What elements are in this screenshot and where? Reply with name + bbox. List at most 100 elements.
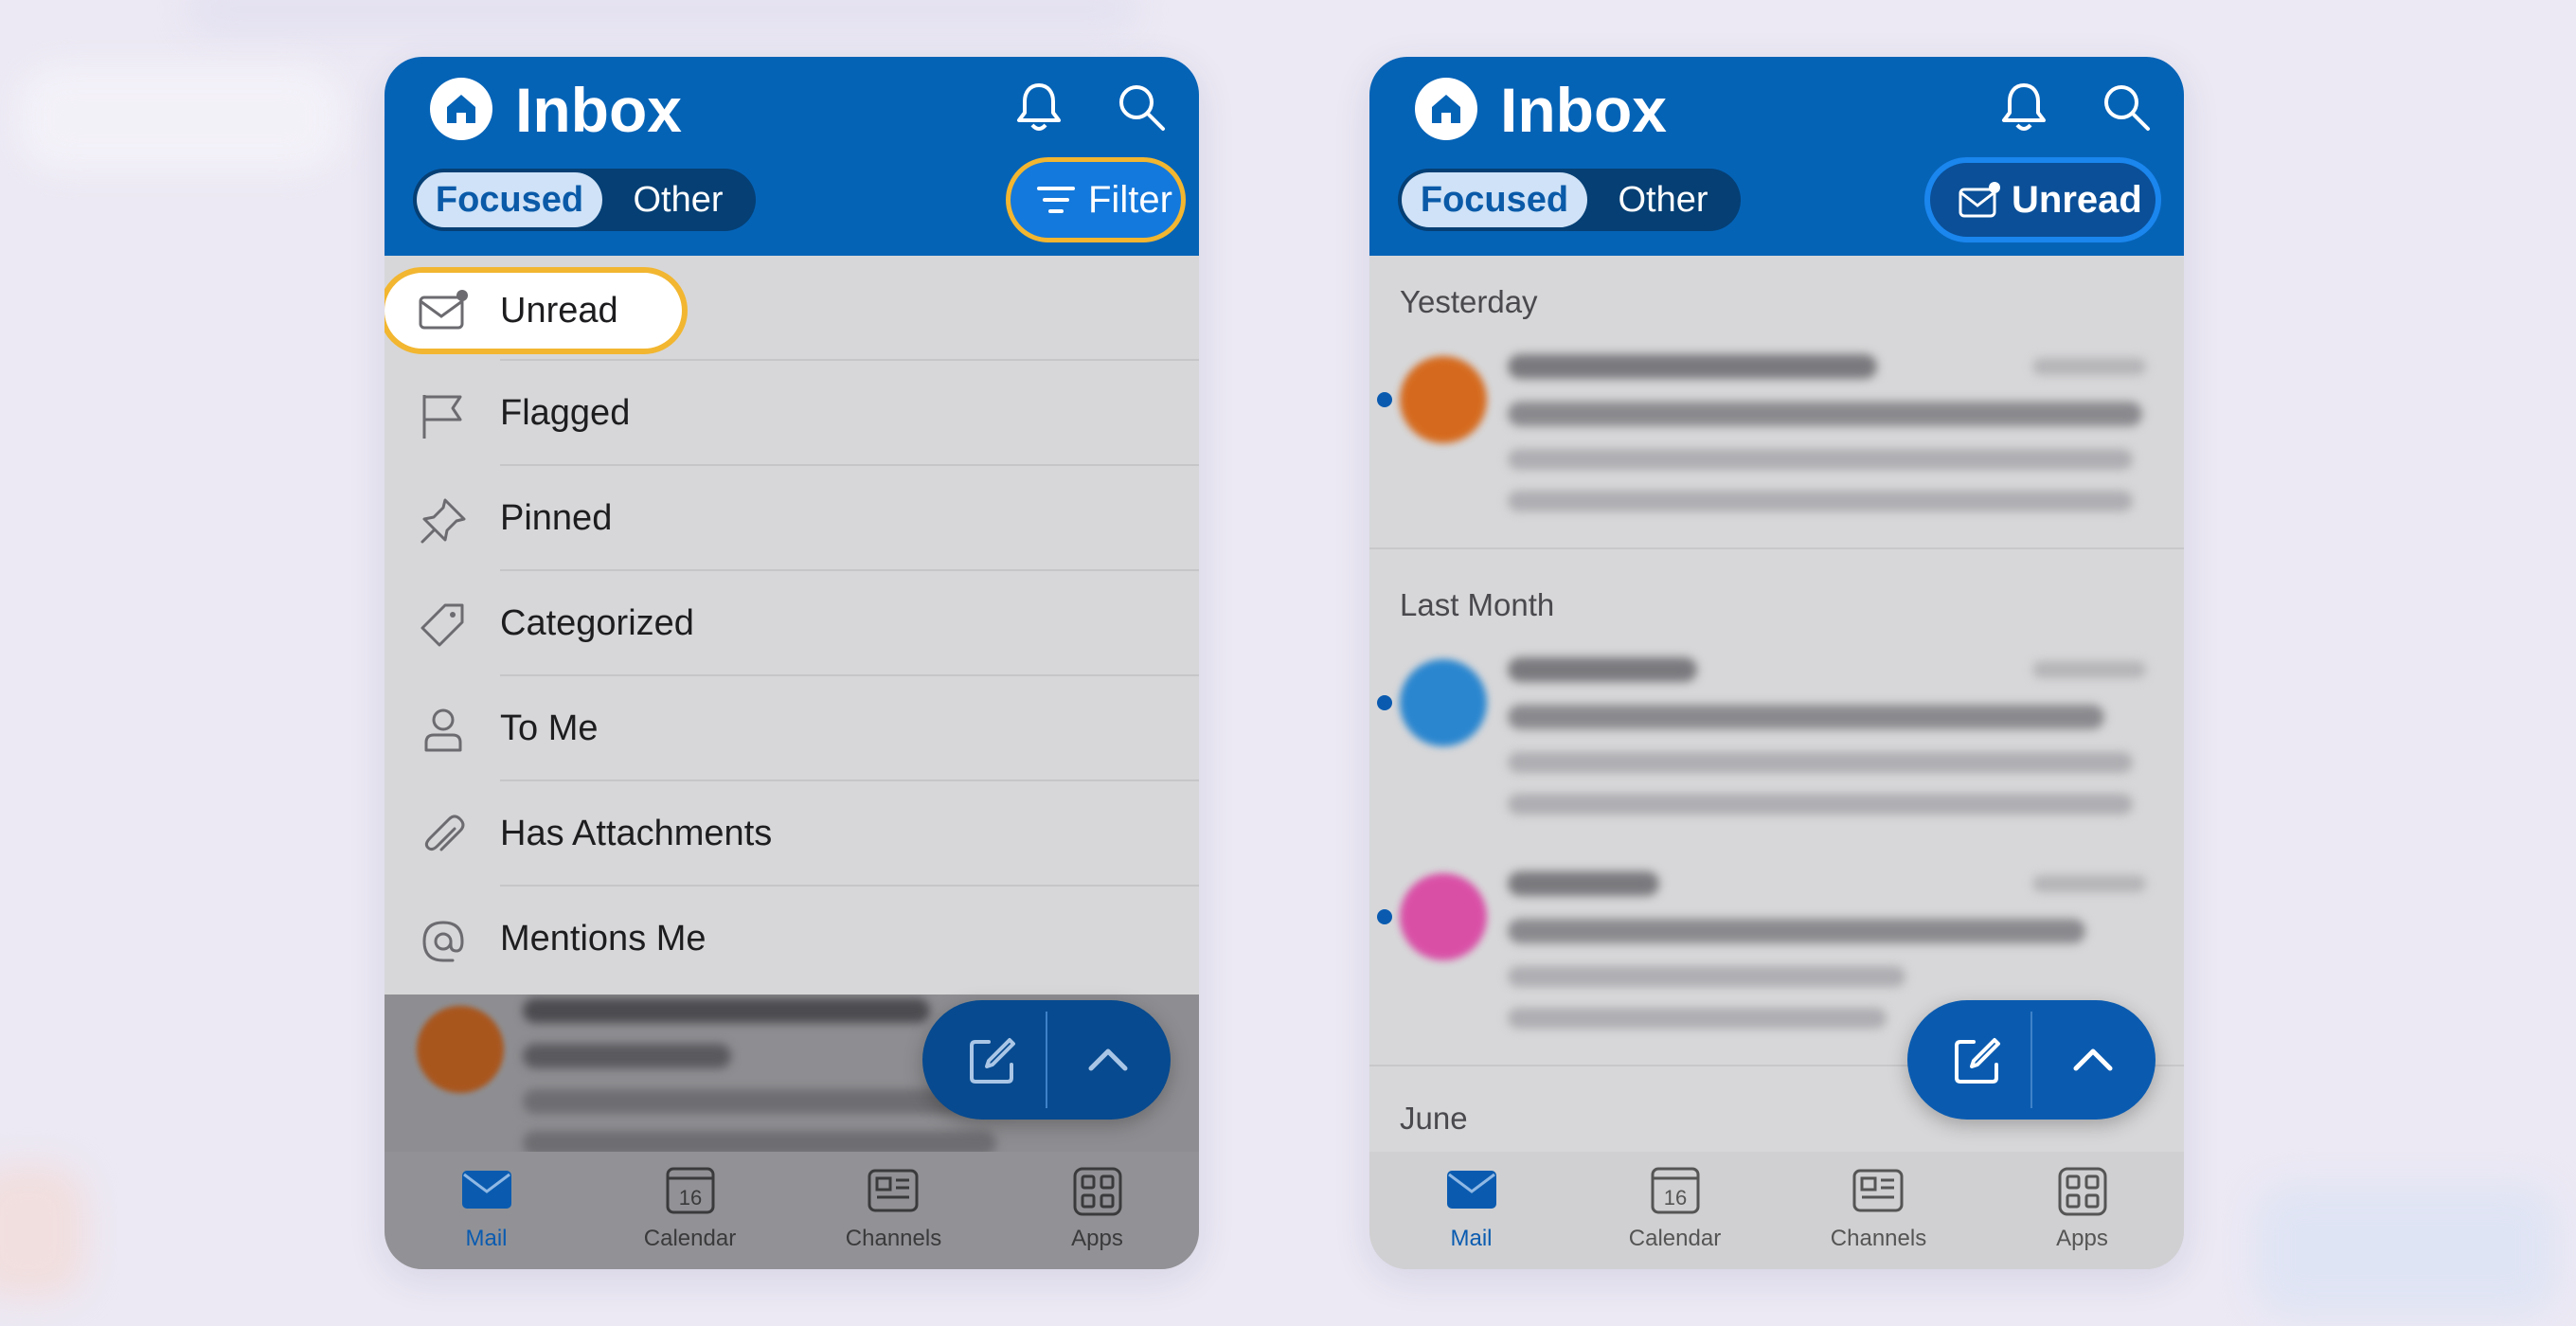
svg-text:16: 16 bbox=[1664, 1186, 1687, 1210]
avatar bbox=[417, 1006, 504, 1093]
bottom-nav: Mail 16 Calendar Channels Apps bbox=[1369, 1152, 2184, 1269]
calendar-icon: 16 bbox=[1651, 1167, 1700, 1214]
compose-fab bbox=[922, 1000, 1171, 1120]
tab-focused[interactable]: Focused bbox=[1402, 172, 1587, 227]
nav-label: Apps bbox=[1071, 1226, 1123, 1251]
tag-icon bbox=[420, 603, 464, 647]
blurred-text bbox=[2032, 875, 2146, 892]
blurred-text bbox=[523, 998, 930, 1023]
filter-label: Filter bbox=[1088, 179, 1172, 221]
nav-label: Apps bbox=[2056, 1226, 2108, 1251]
section-header-yesterday: Yesterday bbox=[1400, 284, 1538, 319]
blurred-text bbox=[1508, 402, 2142, 426]
filter-option-label: Unread bbox=[500, 291, 618, 331]
blurred-text bbox=[1508, 919, 2085, 943]
list-item[interactable] bbox=[1369, 654, 2184, 862]
tab-other[interactable]: Other bbox=[1597, 169, 1729, 231]
compose-icon[interactable] bbox=[1953, 1036, 2002, 1085]
nav-label: Mail bbox=[465, 1226, 508, 1251]
right-phone-screen: Inbox Focused Other Unread Yesterday Las… bbox=[1369, 57, 2184, 1269]
nav-mail[interactable]: Mail bbox=[1369, 1152, 1573, 1269]
filter-option-flagged[interactable]: Flagged bbox=[385, 361, 1199, 466]
filter-option-label: Has Attachments bbox=[500, 814, 773, 853]
apps-grid-icon bbox=[1073, 1167, 1122, 1216]
mail-icon bbox=[1447, 1171, 1496, 1209]
background-blur-top bbox=[189, 0, 1136, 28]
section-header-june: June bbox=[1400, 1101, 1468, 1136]
unread-dot bbox=[1377, 909, 1392, 924]
search-icon[interactable] bbox=[1112, 78, 1171, 136]
filter-option-to-me[interactable]: To Me bbox=[385, 676, 1199, 781]
background-blur-bottom-left bbox=[0, 1165, 85, 1298]
left-phone-screen: Inbox Focused Other Filter Unread Flagge… bbox=[385, 57, 1199, 1269]
blurred-text bbox=[1508, 491, 2133, 511]
inbox-header: Inbox Focused Other Filter bbox=[385, 57, 1199, 256]
svg-text:16: 16 bbox=[679, 1186, 702, 1210]
bell-icon[interactable] bbox=[1995, 78, 2053, 136]
list-item[interactable] bbox=[1369, 350, 2184, 549]
unread-highlight[interactable]: Unread bbox=[385, 267, 688, 354]
blurred-text bbox=[1508, 966, 1905, 987]
inbox-title: Inbox bbox=[515, 75, 682, 145]
inbox-tabs: Focused Other bbox=[1398, 169, 1741, 231]
tab-focused[interactable]: Focused bbox=[417, 172, 602, 227]
calendar-icon: 16 bbox=[666, 1167, 715, 1214]
nav-label: Channels bbox=[845, 1226, 942, 1251]
inbox-tabs: Focused Other bbox=[413, 169, 756, 231]
blurred-text bbox=[1508, 657, 1697, 682]
background-blur-left bbox=[19, 66, 341, 170]
blurred-text bbox=[1508, 705, 2104, 729]
nav-mail[interactable]: Mail bbox=[385, 1152, 588, 1269]
home-icon[interactable] bbox=[1415, 78, 1477, 140]
filter-option-unread[interactable]: Unread bbox=[385, 256, 1199, 361]
nav-apps[interactable]: Apps bbox=[1980, 1152, 2184, 1269]
inbox-header: Inbox Focused Other Unread bbox=[1369, 57, 2184, 256]
filter-option-pinned[interactable]: Pinned bbox=[385, 466, 1199, 571]
chevron-up-icon[interactable] bbox=[1085, 1040, 1131, 1078]
tab-other[interactable]: Other bbox=[612, 169, 744, 231]
unread-dot bbox=[1377, 695, 1392, 710]
filter-button[interactable]: Filter bbox=[1006, 157, 1186, 242]
bell-icon[interactable] bbox=[1010, 78, 1068, 136]
blurred-text bbox=[2032, 358, 2146, 375]
compose-icon[interactable] bbox=[968, 1036, 1017, 1085]
filter-option-label: Pinned bbox=[500, 498, 613, 538]
row-separator bbox=[1369, 547, 2184, 549]
nav-calendar[interactable]: 16 Calendar bbox=[1573, 1152, 1777, 1269]
fab-divider bbox=[1046, 1012, 1047, 1108]
search-icon[interactable] bbox=[2097, 78, 2156, 136]
mail-icon bbox=[462, 1171, 511, 1209]
flag-icon bbox=[422, 395, 462, 439]
nav-label: Calendar bbox=[1628, 1226, 1722, 1251]
filter-option-has-attachments[interactable]: Has Attachments bbox=[385, 781, 1199, 887]
nav-channels[interactable]: Channels bbox=[1777, 1152, 1980, 1269]
blurred-text bbox=[1508, 1008, 1887, 1029]
blurred-text bbox=[1508, 794, 2133, 815]
blurred-text bbox=[1508, 752, 2133, 773]
avatar bbox=[1400, 873, 1487, 960]
unread-filter-button[interactable]: Unread bbox=[1924, 157, 2161, 242]
blurred-text bbox=[523, 1044, 731, 1068]
paperclip-icon bbox=[424, 815, 465, 851]
filter-option-categorized[interactable]: Categorized bbox=[385, 571, 1199, 676]
nav-channels[interactable]: Channels bbox=[792, 1152, 995, 1269]
background-blur-bottom-right bbox=[2254, 1184, 2557, 1317]
envelope-badge-icon bbox=[419, 290, 468, 330]
apps-grid-icon bbox=[2058, 1167, 2107, 1216]
nav-apps[interactable]: Apps bbox=[995, 1152, 1199, 1269]
filter-menu: Unread Flagged Pinned Categorized To Me … bbox=[385, 256, 1199, 994]
home-icon[interactable] bbox=[430, 78, 492, 140]
avatar bbox=[1400, 659, 1487, 746]
person-icon bbox=[424, 708, 462, 752]
pin-icon bbox=[420, 498, 466, 544]
filter-option-label: Flagged bbox=[500, 393, 631, 433]
fab-divider bbox=[2030, 1012, 2032, 1108]
filter-option-mentions-me[interactable]: Mentions Me bbox=[385, 887, 1199, 992]
filter-option-label: To Me bbox=[500, 708, 599, 748]
channels-icon bbox=[868, 1169, 919, 1212]
filter-option-label: Categorized bbox=[500, 603, 694, 643]
nav-calendar[interactable]: 16 Calendar bbox=[588, 1152, 792, 1269]
chevron-up-icon[interactable] bbox=[2070, 1040, 2116, 1078]
envelope-badge-icon bbox=[1959, 182, 2000, 218]
section-header-last-month: Last Month bbox=[1400, 587, 1555, 622]
